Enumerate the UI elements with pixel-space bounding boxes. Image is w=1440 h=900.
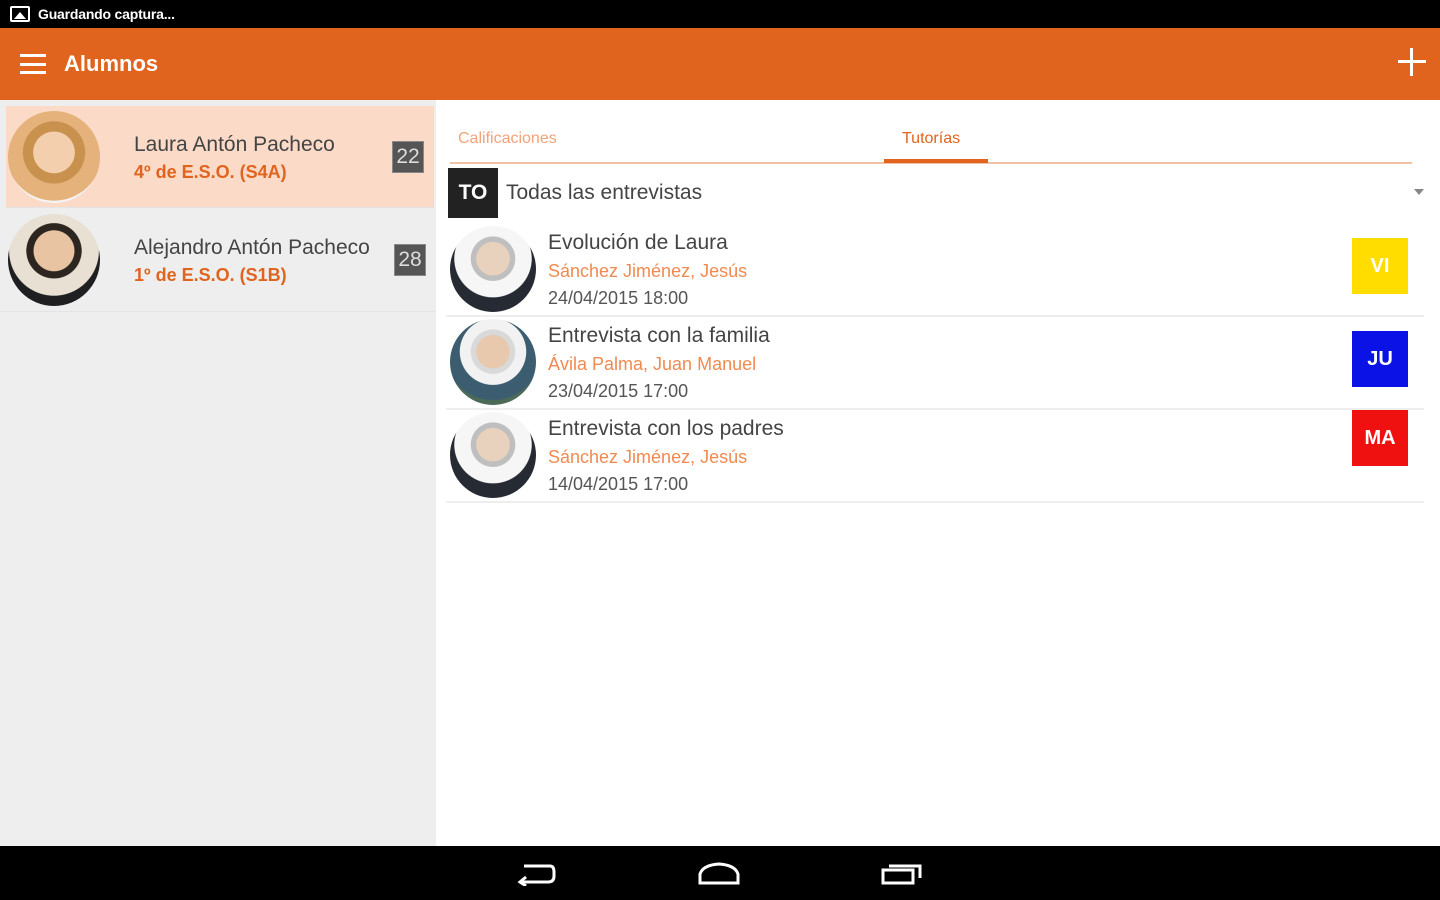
page-title: Alumnos [64,51,159,76]
home-icon[interactable] [697,860,741,886]
interview-title: Entrevista con la familia [548,324,770,347]
interview-date: 24/04/2015 18:00 [548,288,689,308]
list-item[interactable]: Evolución de Laura Sánchez Jiménez, Jesú… [446,224,1424,317]
tab-calificaciones[interactable]: Calificaciones [458,130,557,148]
navigation-bar [0,846,1440,900]
interview-filter-dropdown[interactable]: TO Todas las entrevistas [448,168,1424,218]
student-course: 1º de E.S.O. (S1B) [134,264,287,285]
list-item[interactable]: Entrevista con los padres Sánchez Jiméne… [446,410,1424,503]
interview-title: Entrevista con los padres [548,417,784,440]
day-badge: JU [1352,331,1408,387]
interview-teacher: Sánchez Jiménez, Jesús [548,261,748,281]
avatar [450,226,536,312]
filter-label: Todas las entrevistas [506,181,703,204]
interview-teacher: Sánchez Jiménez, Jesús [548,447,748,467]
interview-date: 14/04/2015 17:00 [548,474,689,494]
tab-indicator [884,159,988,163]
avatar [8,213,100,306]
chevron-down-icon [1414,189,1424,195]
interviews-list: Evolución de Laura Sánchez Jiménez, Jesú… [446,224,1424,503]
add-icon[interactable] [1398,48,1426,76]
student-name: Alejandro Antón Pacheco [134,235,370,259]
student-item-alejandro[interactable]: Alejandro Antón Pacheco 1º de E.S.O. (S1… [0,208,436,312]
student-item-laura[interactable]: Laura Antón Pacheco 4º de E.S.O. (S4A) 2… [6,106,434,208]
interview-title: Evolución de Laura [548,231,728,254]
back-icon[interactable] [514,860,558,888]
students-list: Laura Antón Pacheco 4º de E.S.O. (S4A) 2… [0,100,436,846]
avatar [8,110,100,203]
avatar [450,412,536,498]
interview-date: 23/04/2015 17:00 [548,381,689,401]
detail-panel: Calificaciones Tutorías TO Todas las ent… [436,100,1440,846]
avatar [450,319,536,405]
tab-bar: Calificaciones Tutorías [450,100,1412,164]
tab-tutorias[interactable]: Tutorías [902,130,960,148]
menu-icon[interactable] [20,54,46,74]
status-text: Guardando captura... [38,6,175,22]
student-course: 4º de E.S.O. (S4A) [134,161,287,182]
app-bar: Alumnos [0,28,1440,100]
day-badge: MA [1352,410,1408,466]
count-badge: 22 [392,140,424,173]
filter-abbr: TO [448,168,498,218]
interview-teacher: Ávila Palma, Juan Manuel [548,354,757,374]
list-item[interactable]: Entrevista con la familia Ávila Palma, J… [446,317,1424,410]
screenshot-icon [10,6,30,22]
day-badge: VI [1352,238,1408,294]
status-bar: Guardando captura... [0,0,1440,28]
recent-apps-icon[interactable] [880,860,924,886]
count-badge: 28 [394,243,426,276]
student-name: Laura Antón Pacheco [134,132,335,156]
